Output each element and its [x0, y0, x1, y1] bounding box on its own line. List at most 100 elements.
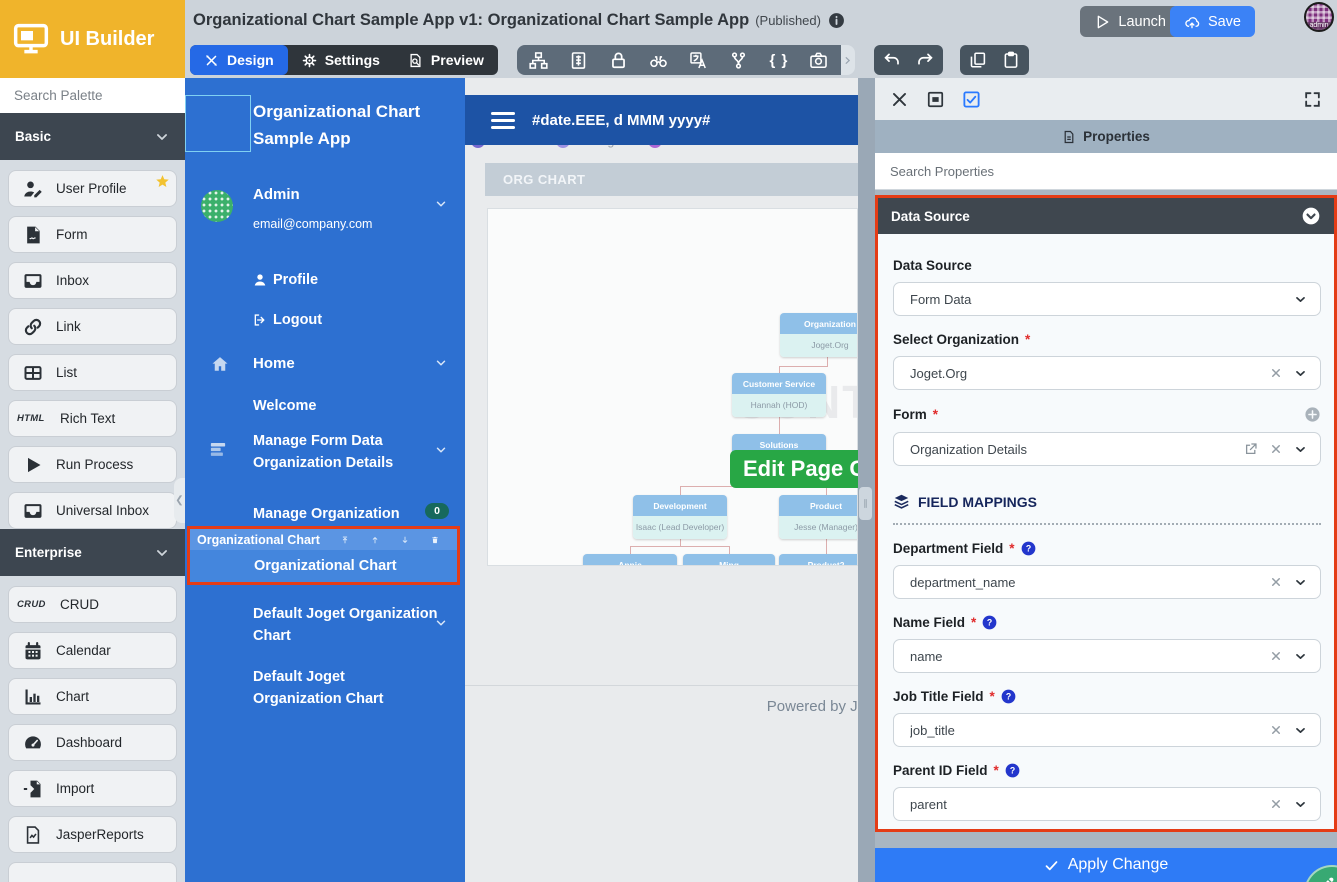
close-icon[interactable]	[890, 90, 909, 109]
palette-search[interactable]	[0, 78, 185, 113]
hamburger-icon[interactable]	[491, 112, 515, 129]
chevron-down-icon[interactable]	[1294, 798, 1307, 811]
apply-change-button[interactable]: Apply Change	[875, 848, 1337, 882]
palette-item-item[interactable]	[8, 862, 177, 882]
tab-design[interactable]: Design	[190, 45, 288, 75]
move-up-icon[interactable]	[371, 533, 379, 547]
chevron-down-icon[interactable]	[435, 444, 447, 456]
expand-icon[interactable]	[1303, 90, 1322, 109]
palette-item-list[interactable]: List	[8, 354, 177, 391]
field-form-select[interactable]: Organization Details	[893, 432, 1321, 466]
clear-icon[interactable]	[1270, 443, 1282, 455]
window-icon[interactable]	[926, 90, 945, 109]
translate-icon[interactable]	[679, 45, 719, 75]
chevron-down-icon[interactable]	[435, 357, 447, 369]
save-button[interactable]: Save	[1170, 6, 1255, 37]
properties-search[interactable]	[875, 153, 1337, 190]
palette-section-enterprise[interactable]: Enterprise	[0, 529, 185, 576]
org-node-product[interactable]: ProductJesse (Manager)	[779, 495, 858, 539]
menu-item-default-joget-organization-chart-2[interactable]: Default Joget Organization Chart	[253, 666, 384, 710]
palette-section-basic[interactable]: Basic	[0, 113, 185, 160]
field-data-source-select[interactable]: Form Data	[893, 282, 1321, 316]
org-node-organization[interactable]: OrganizationJoget.Org	[780, 313, 858, 357]
menu-item-welcome[interactable]: Welcome	[253, 395, 316, 417]
chevron-down-icon[interactable]	[435, 617, 447, 629]
org-node-product2[interactable]: Product2	[779, 554, 858, 566]
field-name-field-select[interactable]: name	[893, 639, 1321, 673]
delete-icon[interactable]	[431, 533, 439, 547]
tab-settings[interactable]: Settings	[288, 45, 394, 75]
org-node-ming[interactable]: Ming	[683, 554, 775, 566]
tab-preview[interactable]: Preview	[394, 45, 498, 75]
menu-item-manage-form-data[interactable]: Manage Form Data Organization Details	[253, 430, 393, 474]
field-select-organization-select[interactable]: Joget.Org	[893, 356, 1321, 390]
external-link-icon[interactable]	[1244, 442, 1258, 456]
chevron-circle-icon[interactable]	[1301, 206, 1321, 226]
lock-icon[interactable]	[599, 45, 639, 75]
menu-item-profile[interactable]: Profile	[253, 272, 318, 288]
org-node-customer-service[interactable]: Customer ServiceHannah (HOD)	[732, 373, 826, 417]
chevron-down-icon[interactable]	[1294, 650, 1307, 663]
palette-search-input[interactable]	[14, 88, 171, 103]
add-icon[interactable]	[1304, 406, 1321, 423]
move-down-icon[interactable]	[401, 533, 409, 547]
menu-item-organizational-chart[interactable]: Organizational Chart	[190, 550, 457, 582]
menu-item-default-joget-organization-chart[interactable]: Default Joget Organization Chart	[253, 603, 438, 647]
paste-icon[interactable]	[1002, 51, 1020, 69]
sitemap-icon[interactable]	[519, 45, 559, 75]
help-icon[interactable]: ?	[1021, 541, 1036, 556]
menu-item-manage-organization[interactable]: Manage Organization	[253, 503, 400, 525]
data-source-section-header[interactable]: Data Source	[878, 198, 1334, 234]
palette-item-chart[interactable]: Chart	[8, 678, 177, 715]
user-avatar[interactable]: admin	[1304, 2, 1334, 32]
form-document-icon[interactable]	[559, 45, 599, 75]
palette-item-inbox[interactable]: Inbox	[8, 262, 177, 299]
palette-item-import[interactable]: Import	[8, 770, 177, 807]
undo-icon[interactable]	[883, 51, 901, 69]
camera-icon[interactable]	[799, 45, 839, 75]
chevron-down-icon[interactable]	[1294, 724, 1307, 737]
copy-icon[interactable]	[969, 51, 987, 69]
chevron-down-icon[interactable]	[1294, 293, 1307, 306]
palette-item-user-profile[interactable]: User Profile	[8, 170, 177, 207]
palette-item-dashboard[interactable]: Dashboard	[8, 724, 177, 761]
help-icon[interactable]: ?	[1001, 689, 1016, 704]
clear-icon[interactable]	[1270, 798, 1282, 810]
help-icon[interactable]: ?	[982, 615, 997, 630]
field-parent-id-field-select[interactable]: parent	[893, 787, 1321, 821]
menu-item-home[interactable]: Home	[253, 353, 295, 375]
palette-item-jasperreports[interactable]: JasperReports	[8, 816, 177, 853]
clear-icon[interactable]	[1270, 576, 1282, 588]
field-department-field-select[interactable]: department_name	[893, 565, 1321, 599]
field-job-title-field-select[interactable]: job_title	[893, 713, 1321, 747]
palette-item-run-process[interactable]: Run Process	[8, 446, 177, 483]
org-node-development[interactable]: DevelopmentIsaac (Lead Developer)	[633, 495, 727, 539]
edit-page-component-button[interactable]: Edit Page Comp	[730, 450, 858, 488]
palette-item-universal-inbox[interactable]: Universal Inbox	[8, 492, 177, 529]
menu-item-logout[interactable]: Logout	[253, 312, 322, 328]
chevron-down-icon[interactable]	[1294, 443, 1307, 456]
more-tools-button[interactable]	[841, 45, 855, 75]
palette-item-rich-text[interactable]: HTMLRich Text	[8, 400, 177, 437]
info-icon[interactable]	[828, 12, 845, 29]
chevron-down-icon[interactable]	[1294, 576, 1307, 589]
redo-icon[interactable]	[916, 51, 934, 69]
panel-resize-handle[interactable]: ∥	[859, 487, 872, 520]
preview-app-title[interactable]: Organizational Chart Sample App	[253, 98, 458, 152]
binoculars-icon[interactable]	[639, 45, 679, 75]
help-icon[interactable]: ?	[1005, 763, 1020, 778]
clear-icon[interactable]	[1270, 724, 1282, 736]
properties-search-input[interactable]	[890, 164, 1322, 179]
branch-icon[interactable]	[719, 45, 759, 75]
palette-item-link[interactable]: Link	[8, 308, 177, 345]
palette-item-crud[interactable]: CRUDCRUD	[8, 586, 177, 623]
braces-icon[interactable]: { }	[759, 45, 799, 75]
org-node-annie[interactable]: Annie	[583, 554, 677, 566]
palette-item-form[interactable]: Form	[8, 216, 177, 253]
checkbox-checked-icon[interactable]	[962, 90, 981, 109]
chevron-down-icon[interactable]	[435, 198, 447, 210]
palette-collapse-handle[interactable]: ❮	[174, 478, 185, 523]
clear-icon[interactable]	[1270, 367, 1282, 379]
move-top-icon[interactable]	[341, 533, 349, 547]
chevron-down-icon[interactable]	[1294, 367, 1307, 380]
